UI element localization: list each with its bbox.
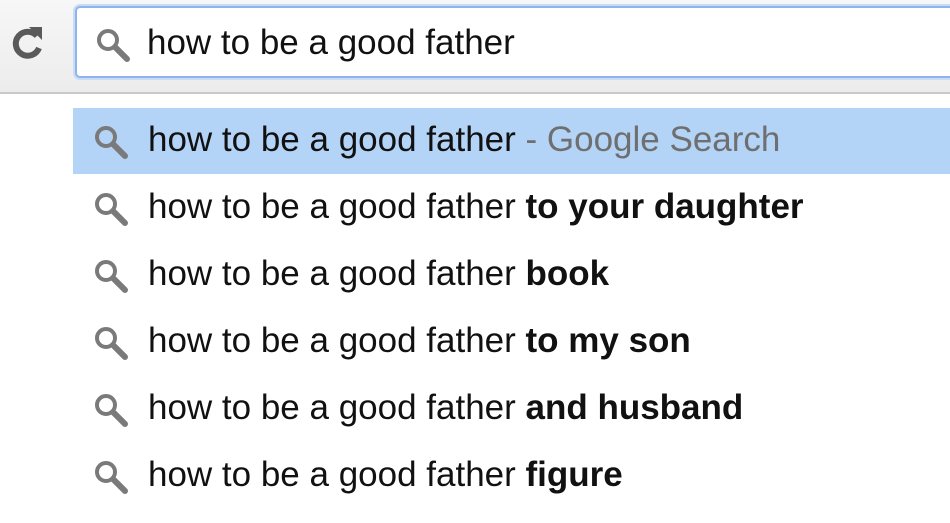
omnibox[interactable] (75, 6, 950, 78)
search-icon (93, 258, 129, 299)
suggestion-prefix: how to be a good father (148, 388, 526, 427)
search-icon (93, 124, 129, 165)
browser-toolbar (0, 0, 950, 94)
suggestion-completion: and husband (525, 388, 744, 427)
suggestion-item[interactable]: how to be a good father to my son (73, 309, 950, 375)
suggestion-completion: book (525, 254, 610, 293)
suggestion-item[interactable]: how to be a good father book (73, 242, 950, 308)
reload-icon (12, 27, 42, 59)
suggestion-prefix: how to be a good father (148, 187, 526, 226)
search-icon (93, 325, 129, 366)
suggestion-prefix: how to be a good father (148, 120, 516, 159)
autocomplete-dropdown: how to be a good father - Google Search … (0, 94, 950, 523)
reload-button[interactable] (6, 23, 48, 65)
suggestion-completion: to my son (525, 321, 691, 360)
suggestion-prefix: how to be a good father (148, 455, 526, 494)
suggestion-item[interactable]: how to be a good father figure (73, 443, 950, 509)
suggestion-text: how to be a good father to your daughter (148, 187, 804, 227)
suggestion-prefix: how to be a good father (148, 254, 526, 293)
suggestion-completion: figure (525, 455, 623, 494)
search-icon (93, 459, 129, 500)
search-icon (95, 27, 131, 68)
suggestion-text: how to be a good father book (148, 254, 609, 294)
suggestion-item[interactable]: how to be a good father to your daughter (73, 175, 950, 241)
suggestion-text: how to be a good father figure (148, 455, 623, 495)
omnibox-input[interactable] (147, 18, 927, 68)
search-icon (93, 191, 129, 232)
suggestion-text: how to be a good father to my son (148, 321, 691, 361)
suggestion-item[interactable]: how to be a good father and husband (73, 376, 950, 442)
suggestion-completion: to your daughter (525, 187, 804, 226)
suggestion-text: how to be a good father and husband (148, 388, 743, 428)
suggestion-item[interactable]: how to be a good father - Google Search (73, 108, 950, 174)
suggestion-hint: - Google Search (515, 120, 781, 159)
search-icon (93, 392, 129, 433)
suggestion-text: how to be a good father - Google Search (148, 120, 780, 160)
suggestion-prefix: how to be a good father (148, 321, 526, 360)
